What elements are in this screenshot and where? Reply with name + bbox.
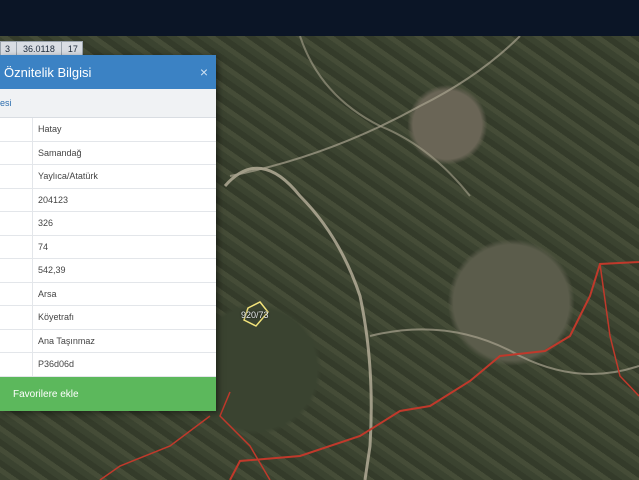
row-value: Hatay [38,124,62,135]
row-value: 204123 [38,194,69,205]
table-row: P36d06d [0,353,216,377]
add-to-favorites-button[interactable]: Favorilere ekle [0,377,216,411]
table-row: Hatay [0,118,216,142]
row-key [0,306,33,329]
row-value: 74 [38,241,49,252]
zoom-level: 17 [67,44,78,54]
row-value: 542,39 [38,265,66,276]
row-key [0,259,33,282]
row-key [0,141,33,164]
attribute-table: Hatay Samandağ Yaylıca/Atatürk 204123 32… [0,118,216,377]
table-row: Yaylıca/Atatürk [0,165,216,189]
table-row: Arsa [0,282,216,306]
row-value: P36d06d [38,359,75,370]
row-key [0,282,33,305]
row-value: Ana Taşınmaz [38,335,95,346]
row-value: Köyetrafı [38,312,75,323]
panel-subheader: esi [0,89,216,118]
top-navigation-bar [0,0,639,37]
table-row: 204123 [0,188,216,212]
row-key [0,118,33,141]
coord-separator [16,42,18,56]
table-row: Ana Taşınmaz [0,329,216,353]
table-row: 74 [0,235,216,259]
table-row: 326 [0,212,216,236]
close-icon[interactable]: × [200,64,208,80]
row-value: Arsa [38,288,57,299]
row-key [0,235,33,258]
attribute-info-panel: Öznitelik Bilgisi × esi Hatay Samandağ Y… [0,55,216,411]
row-value: Samandağ [38,147,82,158]
row-value: 326 [38,218,54,229]
row-key [0,329,33,352]
coord-separator [60,42,62,56]
coord-prefix: 3 [5,44,11,54]
panel-header: Öznitelik Bilgisi × [0,55,216,89]
coord-value: 36.0118 [23,44,55,54]
parcel-number-label: 920/73 [241,310,269,320]
row-key [0,165,33,188]
panel-title: Öznitelik Bilgisi [4,64,92,80]
table-row: 542,39 [0,259,216,283]
table-row: Samandağ [0,141,216,165]
row-key [0,212,33,235]
row-key [0,188,33,211]
row-value: Yaylıca/Atatürk [38,171,98,182]
row-key [0,353,33,376]
table-row: Köyetrafı [0,306,216,330]
